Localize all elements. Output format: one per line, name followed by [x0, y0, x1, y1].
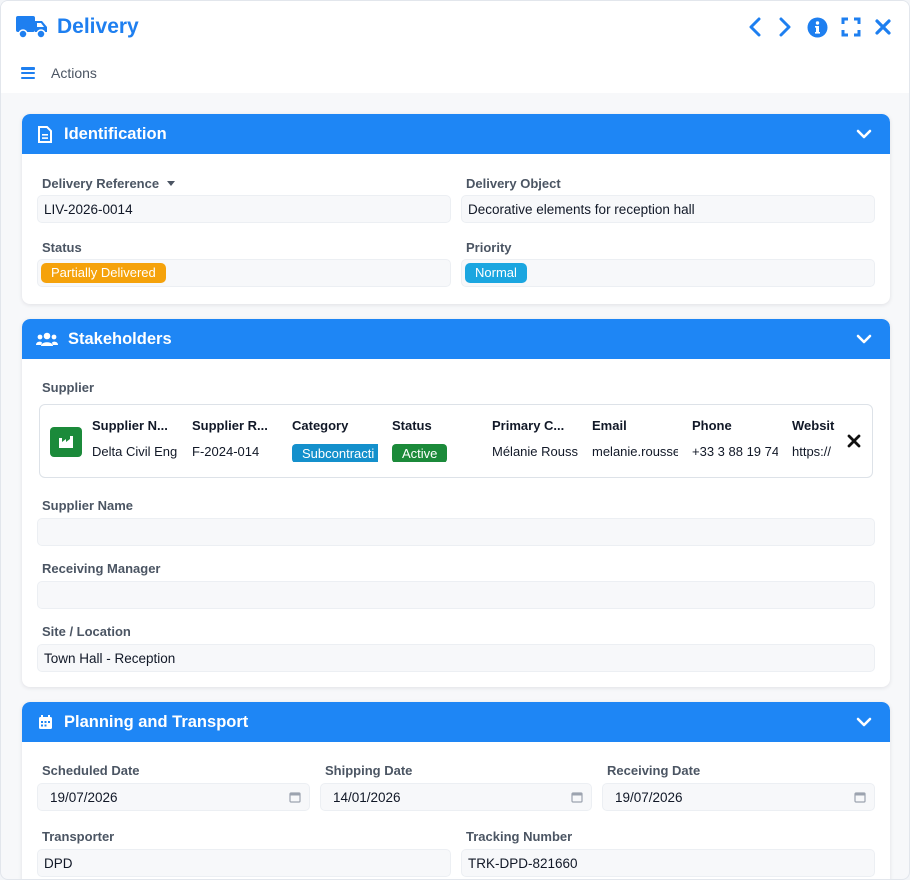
next-button[interactable]	[775, 15, 795, 39]
app-header: Delivery	[16, 13, 139, 41]
supplier-col-contact: Primary C... Mélanie Rouss	[492, 418, 578, 462]
column-header: Websit	[792, 418, 835, 433]
chevron-down-icon[interactable]	[856, 714, 872, 730]
chevron-right-icon	[779, 17, 791, 37]
calendar-icon[interactable]	[854, 791, 866, 803]
close-button[interactable]	[873, 15, 893, 39]
supplier-col-category: Category Subcontracti	[292, 418, 378, 462]
info-button[interactable]	[805, 15, 829, 39]
shipping-date-label: Shipping Date	[325, 763, 413, 778]
column-value: melanie.rousse	[592, 444, 678, 459]
status-badge: Partially Delivered	[41, 263, 166, 283]
planning-header[interactable]: Planning and Transport	[22, 702, 890, 742]
previous-button[interactable]	[745, 15, 765, 39]
tracking-number-field[interactable]: TRK-DPD-821660	[461, 849, 875, 877]
supplier-col-website: Websit https://	[792, 418, 836, 462]
tracking-number-label: Tracking Number	[466, 829, 573, 844]
active-tag: Active	[392, 444, 448, 462]
column-value: https://	[792, 444, 832, 459]
column-header: Phone	[692, 418, 732, 433]
users-icon	[36, 330, 58, 348]
column-value: +33 3 88 19 74	[692, 444, 778, 459]
x-icon[interactable]	[846, 433, 862, 449]
truck-icon	[16, 16, 47, 39]
factory-icon	[50, 427, 82, 457]
receiving-date-field[interactable]: 19/07/2026	[602, 783, 875, 811]
delivery-reference-label: Delivery Reference	[42, 176, 176, 191]
chevron-down-icon[interactable]	[856, 126, 872, 142]
section-title: Planning and Transport	[64, 712, 249, 731]
chevron-down-icon[interactable]	[856, 331, 872, 347]
supplier-col-email: Email melanie.rousse	[592, 418, 678, 462]
document-icon	[36, 125, 54, 143]
section-title: Identification	[64, 124, 167, 143]
supplier-col-reference: Supplier R... F-2024-014	[192, 418, 278, 462]
supplier-col-status: Status Active	[392, 418, 478, 462]
column-header: Supplier R...	[192, 418, 268, 433]
column-header: Supplier N...	[92, 418, 168, 433]
scheduled-date-field[interactable]: 19/07/2026	[37, 783, 310, 811]
identification-section: Identification Delivery Reference LIV-20…	[22, 114, 890, 304]
delivery-reference-field[interactable]: LIV-2026-0014	[37, 195, 451, 223]
supplier-name-label: Supplier Name	[42, 498, 134, 513]
column-value: Mélanie Rouss	[492, 444, 578, 459]
stakeholders-header[interactable]: Stakeholders	[22, 319, 890, 359]
column-header: Status	[392, 418, 432, 433]
transporter-field[interactable]: DPD	[37, 849, 451, 877]
column-value: F-2024-014	[192, 444, 260, 459]
column-header: Email	[592, 418, 627, 433]
date-value: 14/01/2026	[333, 789, 401, 805]
scheduled-date-label: Scheduled Date	[42, 763, 140, 778]
chevron-left-icon	[749, 17, 761, 37]
supplier-label: Supplier	[42, 380, 95, 395]
identification-header[interactable]: Identification	[22, 114, 890, 154]
status-field[interactable]: Partially Delivered	[37, 259, 451, 287]
column-header: Primary C...	[492, 418, 565, 433]
actions-menu-button[interactable]: Actions	[51, 65, 97, 81]
supplier-card[interactable]: Supplier N... Delta Civil Eng Supplier R…	[39, 404, 873, 478]
shipping-date-field[interactable]: 14/01/2026	[320, 783, 592, 811]
priority-field[interactable]: Normal	[461, 259, 875, 287]
supplier-col-name: Supplier N... Delta Civil Eng	[92, 418, 178, 462]
site-location-label: Site / Location	[42, 624, 131, 639]
close-icon	[875, 19, 891, 35]
supplier-name-field[interactable]	[37, 518, 875, 546]
delivery-object-field[interactable]: Decorative elements for reception hall	[461, 195, 875, 223]
priority-label: Priority	[466, 240, 512, 255]
date-value: 19/07/2026	[615, 789, 683, 805]
actions-bar: Actions	[21, 65, 97, 81]
status-label: Status	[42, 240, 82, 255]
title-bar: Delivery Actions	[1, 1, 909, 93]
calendar-icon[interactable]	[289, 791, 301, 803]
column-header: Category	[292, 418, 349, 433]
site-location-field[interactable]: Town Hall - Reception	[37, 644, 875, 672]
hamburger-icon[interactable]	[21, 67, 35, 79]
category-tag: Subcontracti	[292, 444, 378, 462]
receiving-manager-label: Receiving Manager	[42, 561, 161, 576]
date-value: 19/07/2026	[50, 789, 118, 805]
transporter-label: Transporter	[42, 829, 115, 844]
fullscreen-icon	[841, 17, 861, 37]
stakeholders-section: Stakeholders Supplier Supplier N... Delt…	[22, 319, 890, 687]
receiving-manager-field[interactable]	[37, 581, 875, 609]
planning-section: Planning and Transport Scheduled Date 19…	[22, 702, 890, 879]
window-controls	[745, 15, 893, 39]
priority-badge: Normal	[465, 263, 527, 283]
fullscreen-button[interactable]	[839, 15, 863, 39]
info-icon	[807, 17, 827, 37]
delivery-object-label: Delivery Object	[466, 176, 561, 191]
calendar-icon[interactable]	[571, 791, 583, 803]
app-title: Delivery	[57, 15, 139, 38]
section-title: Stakeholders	[68, 329, 172, 348]
dropdown-caret-icon[interactable]	[167, 181, 176, 186]
receiving-date-label: Receiving Date	[607, 763, 701, 778]
delivery-window: Delivery Actions Identification Delivery…	[0, 0, 910, 880]
column-value: Delta Civil Eng	[92, 444, 178, 459]
calendar-icon	[36, 713, 54, 731]
supplier-col-phone: Phone +33 3 88 19 74	[692, 418, 778, 462]
